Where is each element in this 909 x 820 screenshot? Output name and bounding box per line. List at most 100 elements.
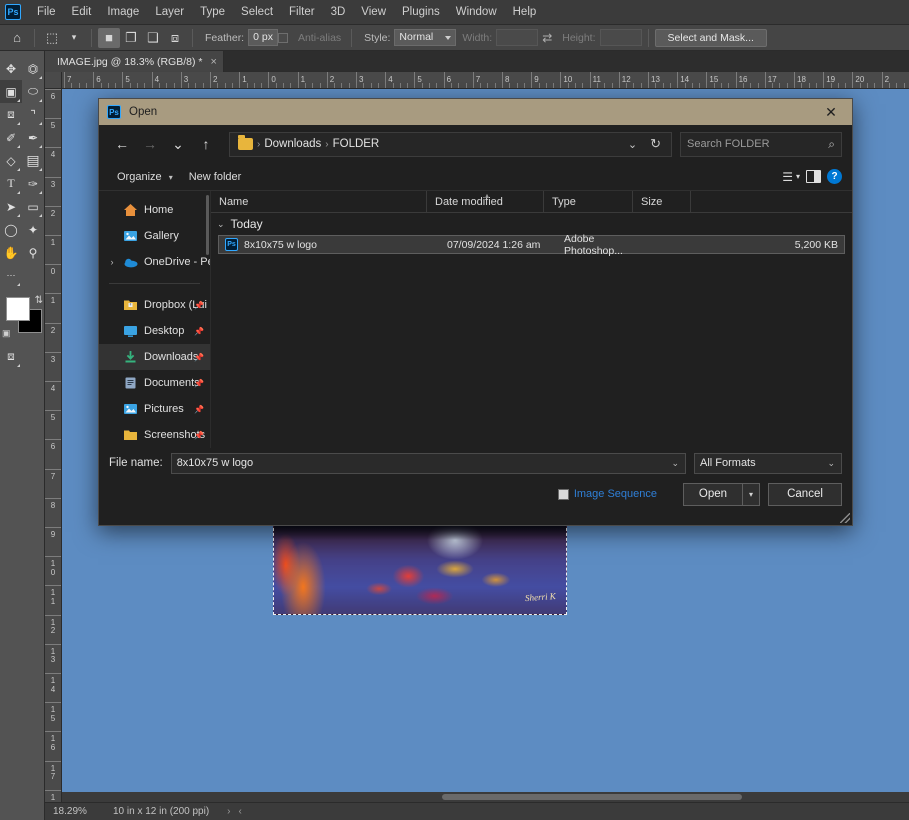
breadcrumb-segment-folder[interactable]: FOLDER (333, 138, 380, 150)
screen-mode-tool[interactable]: ⧈ (0, 345, 22, 368)
list-view-icon[interactable]: ☰ ▾ (782, 170, 800, 184)
zoom-tool[interactable]: ⚲ (22, 241, 44, 264)
sidebar-item-documents[interactable]: Documents 📌 (99, 370, 210, 396)
crop-tool[interactable]: ⌝ (22, 103, 44, 126)
sidebar-item-home[interactable]: Home (99, 197, 210, 223)
table-row[interactable]: Ps 8x10x75 w logo 07/09/2024 1:26 am Ado… (218, 233, 845, 257)
rectangular-marquee-tool[interactable]: ▣ (0, 80, 22, 103)
move-tool[interactable]: ✥ (0, 57, 22, 80)
cancel-button[interactable]: Cancel (768, 482, 842, 506)
back-arrow-icon[interactable]: ← (109, 131, 135, 157)
rectangle-tool[interactable]: ▭ (22, 195, 44, 218)
pen-tool[interactable]: ✑ (22, 172, 44, 195)
gradient-tool[interactable]: ▤ (22, 149, 44, 172)
expand-chevron-icon[interactable]: › (107, 257, 117, 267)
path-selection-tool[interactable]: ➤ (0, 195, 22, 218)
menu-edit[interactable]: Edit (64, 2, 100, 22)
image-sequence-checkbox-group[interactable]: Image Sequence (557, 488, 657, 500)
sidebar-item-downloads[interactable]: Downloads 📌 (99, 344, 210, 370)
new-selection-icon[interactable]: ■ (98, 27, 120, 48)
file-group-header[interactable]: ⌄ Today (211, 213, 852, 235)
open-button-group[interactable]: Open ▾ (683, 482, 760, 506)
spot-healing-brush-tool[interactable]: ✒ (22, 126, 44, 149)
menu-file[interactable]: File (29, 2, 64, 22)
refresh-icon[interactable]: ↻ (644, 136, 667, 152)
recent-locations-icon[interactable]: ⌄ (165, 131, 191, 157)
search-icon[interactable]: ⌕ (828, 137, 835, 152)
add-to-selection-icon[interactable]: ❐ (120, 28, 142, 48)
close-icon[interactable]: × (210, 56, 216, 68)
vertical-ruler[interactable]: 6543210123456789101112131415161718 (45, 89, 62, 809)
chevron-down-icon[interactable]: ⌄ (623, 138, 642, 151)
file-name-input[interactable]: 8x10x75 w logo ⌄ (170, 452, 686, 474)
column-header-name[interactable]: Name (211, 190, 427, 213)
dialog-title-bar[interactable]: Ps Open ✕ (99, 99, 852, 125)
up-arrow-icon[interactable]: ↑ (193, 131, 219, 157)
menu-image[interactable]: Image (99, 2, 147, 22)
width-input[interactable] (496, 29, 539, 46)
anti-alias-checkbox[interactable] (277, 32, 288, 43)
ellipse-tool[interactable]: ◯ (0, 218, 22, 241)
object-selection-tool[interactable]: ⧈ (0, 103, 22, 126)
file-format-select[interactable]: All Formats ⌄ (694, 452, 842, 474)
chevron-down-icon[interactable]: ⌄ (217, 219, 225, 230)
chevron-down-icon[interactable]: ⌄ (671, 458, 679, 469)
column-header-type[interactable]: Type (544, 190, 633, 213)
swap-width-height-icon[interactable]: ⇄ (538, 31, 556, 45)
breadcrumb-segment-downloads[interactable]: Downloads (264, 138, 321, 150)
pin-icon[interactable]: 📌 (194, 405, 204, 414)
custom-shape-tool[interactable]: ✦ (22, 218, 44, 241)
foreground-color-swatch[interactable] (6, 297, 30, 321)
sidebar-item-onedrive-pers[interactable]: › OneDrive - Pers (99, 249, 211, 275)
organize-button[interactable]: Organize ▾ (109, 168, 181, 186)
rectangular-marquee-icon[interactable]: ⬚ (41, 28, 63, 48)
resize-grip[interactable] (840, 513, 850, 523)
open-dropdown-icon[interactable]: ▾ (743, 482, 760, 506)
height-input[interactable] (599, 29, 642, 46)
menu-plugins[interactable]: Plugins (394, 2, 448, 22)
column-header-size[interactable]: Size (633, 190, 691, 213)
lasso-tool[interactable]: ⬭ (22, 80, 44, 103)
menu-help[interactable]: Help (505, 2, 545, 22)
forward-arrow-icon[interactable]: → (137, 131, 163, 157)
preview-pane-icon[interactable] (806, 170, 821, 183)
sidebar-item-gallery[interactable]: Gallery (99, 223, 210, 249)
open-button[interactable]: Open (683, 482, 743, 506)
horizontal-ruler[interactable]: 7 6 5 4 3 2 1 0 1 2 3 4 5 6 7 8 9 10 11 12 13 14 15 16 17 18 19 20 2 (62, 72, 909, 89)
menu-layer[interactable]: Layer (147, 2, 192, 22)
sidebar-item-dropbox-lui[interactable]: Dropbox (Lui 📌 (99, 292, 210, 318)
eraser-tool[interactable]: ◇ (0, 149, 22, 172)
search-input[interactable] (687, 138, 815, 150)
default-colors-icon[interactable]: ▣ (2, 328, 11, 339)
new-folder-button[interactable]: New folder (181, 168, 250, 186)
breadcrumb[interactable]: › Downloads › FOLDER ⌄ ↻ (229, 131, 672, 157)
artwork-image[interactable]: Sherri K (273, 523, 567, 615)
menu-3d[interactable]: 3D (323, 2, 354, 22)
style-select[interactable]: Normal (394, 29, 457, 46)
artboard-tool[interactable]: ⏣ (22, 57, 44, 80)
sidebar-item-desktop[interactable]: Desktop 📌 (99, 318, 210, 344)
swap-colors-icon[interactable]: ⇅ (35, 295, 43, 306)
menu-select[interactable]: Select (233, 2, 281, 22)
document-tab[interactable]: IMAGE.jpg @ 18.3% (RGB/8) * × (45, 51, 224, 72)
home-icon[interactable]: ⌂ (6, 28, 28, 48)
scrollbar-thumb[interactable] (442, 794, 742, 800)
next-icon[interactable]: › (209, 806, 230, 817)
dialog-sidebar[interactable]: Home Gallery › OneDrive - Pers Dropbox (Lui📌… (99, 191, 211, 448)
chevron-down-icon[interactable]: ⌄ (827, 458, 835, 469)
pin-icon[interactable]: 📌 (194, 327, 204, 336)
close-icon[interactable]: ✕ (810, 99, 852, 125)
menu-window[interactable]: Window (448, 2, 505, 22)
hand-tool[interactable]: ✋ (0, 241, 22, 264)
horizontal-scrollbar[interactable] (62, 792, 909, 802)
eyedropper-tool[interactable]: ✐ (0, 126, 22, 149)
type-tool[interactable]: T (0, 172, 22, 195)
intersect-selection-icon[interactable]: ⧈ (164, 28, 186, 48)
search-box[interactable]: ⌕ (680, 131, 842, 157)
pin-icon[interactable]: 📌 (194, 301, 204, 310)
feather-input[interactable]: 0 px (248, 29, 278, 46)
subtract-from-selection-icon[interactable]: ❑ (142, 28, 164, 48)
pin-icon[interactable]: 📌 (194, 353, 204, 362)
select-and-mask-button[interactable]: Select and Mask... (654, 28, 767, 47)
help-icon[interactable]: ? (827, 169, 842, 184)
